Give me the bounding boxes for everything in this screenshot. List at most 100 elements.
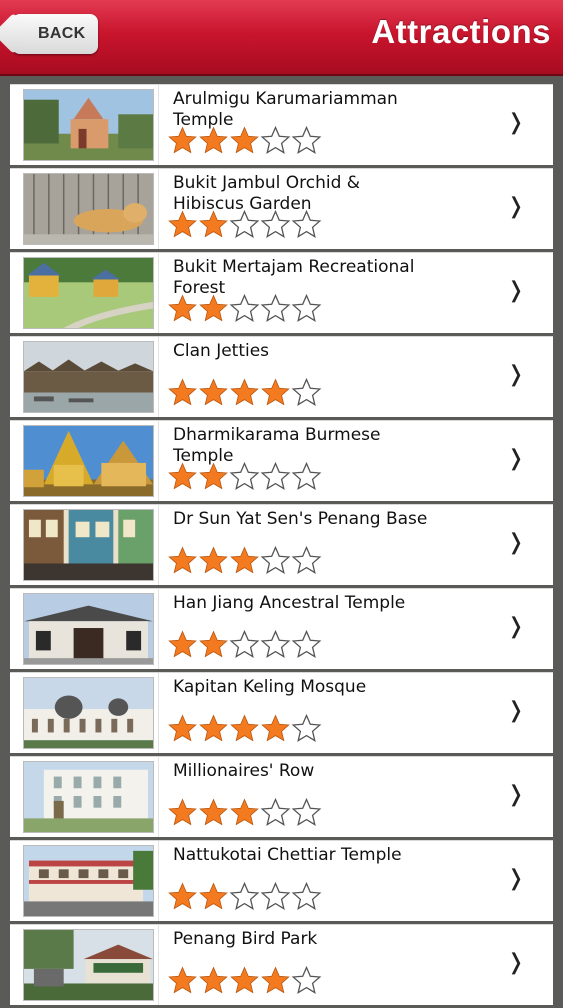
attraction-row[interactable]: Clan Jetties ❭: [10, 336, 553, 417]
row-divider: [158, 337, 159, 417]
star-filled-icon: [168, 126, 197, 154]
attractions-list: Arulmigu Karumariamman Temple ❭ Bukit Jamb…: [10, 84, 553, 1008]
row-divider: [158, 505, 159, 585]
attraction-name: Bukit Jambul Orchid & Hibiscus Garden: [173, 173, 361, 214]
star-empty-icon: [291, 210, 322, 238]
star-empty-icon: [291, 126, 322, 154]
attraction-name: Arulmigu Karumariamman Temple: [173, 89, 398, 130]
row-divider: [158, 673, 159, 753]
attraction-thumbnail: [23, 761, 154, 833]
attraction-row[interactable]: Bukit Mertajam Recreational Forest ❭: [10, 252, 553, 333]
star-rating: [167, 462, 322, 490]
star-empty-icon: [291, 378, 322, 406]
star-filled-icon: [230, 126, 259, 154]
star-empty-icon: [229, 462, 260, 490]
attraction-row[interactable]: Han Jiang Ancestral Temple ❭: [10, 588, 553, 669]
star-empty-icon: [229, 882, 260, 910]
star-filled-icon: [261, 966, 290, 994]
star-empty-icon: [291, 630, 322, 658]
row-divider: [158, 85, 159, 165]
star-filled-icon: [199, 462, 228, 490]
attraction-row[interactable]: Dharmikarama Burmese Temple ❭: [10, 420, 553, 501]
star-empty-icon: [260, 462, 291, 490]
back-button-label: BACK: [38, 25, 86, 42]
star-empty-icon: [291, 294, 322, 322]
star-filled-icon: [168, 546, 197, 574]
attraction-thumbnail: [23, 89, 154, 161]
star-empty-icon: [260, 126, 291, 154]
star-filled-icon: [199, 630, 228, 658]
attraction-name: Clan Jetties: [173, 341, 270, 361]
row-divider: [158, 169, 159, 249]
star-empty-icon: [291, 798, 322, 826]
star-filled-icon: [230, 378, 259, 406]
star-empty-icon: [291, 714, 322, 742]
row-divider: [158, 925, 159, 1005]
star-empty-icon: [260, 798, 291, 826]
attraction-name: Han Jiang Ancestral Temple: [173, 593, 406, 613]
star-empty-icon: [291, 546, 322, 574]
star-filled-icon: [199, 294, 228, 322]
star-empty-icon: [260, 210, 291, 238]
chevron-right-icon: ❭: [506, 614, 525, 639]
star-empty-icon: [229, 210, 260, 238]
chevron-right-icon: ❭: [506, 866, 525, 891]
star-rating: [167, 966, 322, 994]
row-divider: [158, 589, 159, 669]
star-rating: [167, 294, 322, 322]
star-filled-icon: [168, 378, 197, 406]
star-empty-icon: [229, 630, 260, 658]
star-filled-icon: [230, 714, 259, 742]
star-filled-icon: [199, 546, 228, 574]
star-empty-icon: [291, 462, 322, 490]
attraction-thumbnail: [23, 677, 154, 749]
attraction-thumbnail: [23, 173, 154, 245]
attraction-thumbnail: [23, 425, 154, 497]
attraction-row[interactable]: Dr Sun Yat Sen's Penang Base ❭: [10, 504, 553, 585]
star-filled-icon: [230, 798, 259, 826]
star-rating: [167, 798, 322, 826]
chevron-right-icon: ❭: [506, 110, 525, 135]
attraction-row[interactable]: Bukit Jambul Orchid & Hibiscus Garden ❭: [10, 168, 553, 249]
chevron-right-icon: ❭: [506, 530, 525, 555]
attraction-row[interactable]: Arulmigu Karumariamman Temple ❭: [10, 84, 553, 165]
chevron-right-icon: ❭: [506, 446, 525, 471]
chevron-right-icon: ❭: [506, 278, 525, 303]
row-divider: [158, 757, 159, 837]
star-filled-icon: [168, 798, 197, 826]
attraction-row[interactable]: Penang Bird Park ❭: [10, 924, 553, 1005]
attraction-row[interactable]: Nattukotai Chettiar Temple ❭: [10, 840, 553, 921]
chevron-right-icon: ❭: [506, 194, 525, 219]
star-filled-icon: [199, 126, 228, 154]
attraction-name: Kapitan Keling Mosque: [173, 677, 367, 697]
attraction-thumbnail: [23, 509, 154, 581]
attraction-thumbnail: [23, 257, 154, 329]
attraction-row[interactable]: Kapitan Keling Mosque ❭: [10, 672, 553, 753]
star-filled-icon: [261, 378, 290, 406]
attraction-thumbnail: [23, 845, 154, 917]
star-filled-icon: [230, 966, 259, 994]
attraction-name: Dharmikarama Burmese Temple: [173, 425, 381, 466]
chevron-right-icon: ❭: [506, 698, 525, 723]
chevron-right-icon: ❭: [506, 950, 525, 975]
row-divider: [158, 253, 159, 333]
back-arrow-icon: [0, 12, 35, 55]
row-divider: [158, 841, 159, 921]
star-filled-icon: [199, 378, 228, 406]
star-empty-icon: [291, 966, 322, 994]
star-empty-icon: [260, 294, 291, 322]
star-filled-icon: [168, 966, 197, 994]
page-title: Attractions: [371, 13, 551, 50]
star-empty-icon: [291, 882, 322, 910]
star-rating: [167, 714, 322, 742]
star-empty-icon: [260, 882, 291, 910]
attraction-name: Dr Sun Yat Sen's Penang Base: [173, 509, 428, 529]
star-filled-icon: [199, 966, 228, 994]
back-button[interactable]: BACK: [0, 12, 98, 55]
star-filled-icon: [199, 210, 228, 238]
attraction-row[interactable]: Millionaires' Row ❭: [10, 756, 553, 837]
chevron-right-icon: ❭: [506, 782, 525, 807]
star-filled-icon: [168, 714, 197, 742]
attraction-name: Penang Bird Park: [173, 929, 318, 949]
star-filled-icon: [199, 882, 228, 910]
